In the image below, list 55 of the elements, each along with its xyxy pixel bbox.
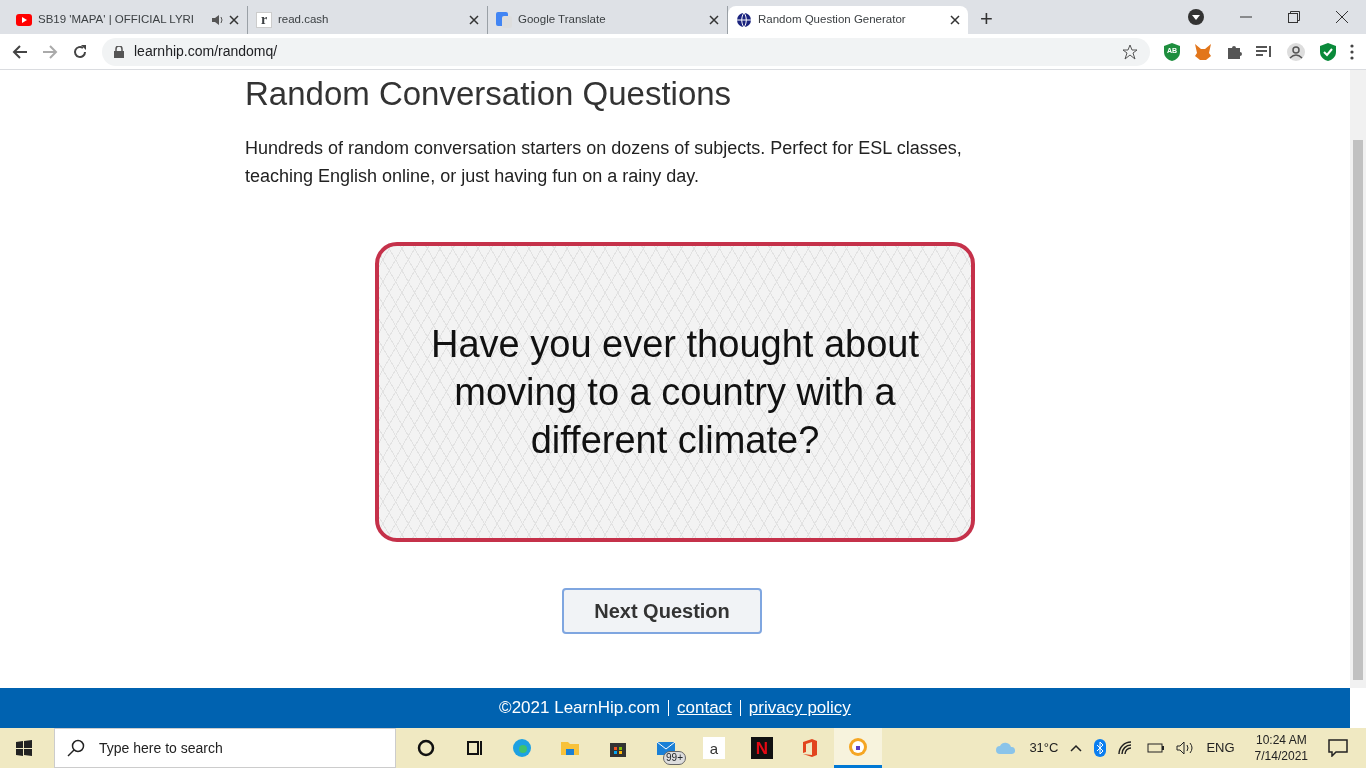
taskbar-search-field[interactable]: Type here to search	[54, 728, 396, 768]
site-icon: r	[256, 12, 272, 28]
weather-text[interactable]: 31°C	[1029, 738, 1059, 758]
address-bar[interactable]: learnhip.com/randomq/	[102, 37, 1150, 66]
cloud-icon	[995, 740, 1018, 756]
circle-icon	[416, 738, 436, 758]
star-icon[interactable]	[1122, 43, 1138, 60]
question-card: Have you ever thought about moving to a country with a different climate?	[375, 241, 975, 542]
next-question-button[interactable]: Next Question	[562, 587, 762, 634]
task-view-icon	[464, 738, 484, 758]
translate-icon	[496, 12, 512, 28]
volume-icon[interactable]	[1176, 741, 1195, 755]
taskbar-app[interactable]: N	[738, 728, 786, 768]
battery-icon[interactable]	[1146, 742, 1165, 754]
close-icon[interactable]	[950, 15, 960, 25]
dropdown-icon[interactable]	[1188, 9, 1204, 25]
count-badge: 99+	[663, 751, 686, 765]
footer-link[interactable]: contact	[677, 695, 732, 721]
close-icon[interactable]	[709, 15, 719, 25]
time-text: 10:24 AM	[1255, 732, 1307, 748]
playlist-icon[interactable]	[1256, 44, 1272, 59]
date-text: 7/14/2021	[1254, 748, 1308, 764]
new-tab-button[interactable]: +	[968, 6, 1005, 34]
taskbar-app[interactable]: a	[690, 728, 738, 768]
chevron-up-icon[interactable]	[1070, 744, 1083, 752]
office-icon	[800, 738, 820, 758]
close-icon[interactable]	[229, 15, 239, 25]
video-icon	[16, 14, 32, 26]
letter-a-icon: a	[703, 737, 725, 759]
taskbar-app[interactable]: 99+	[642, 728, 690, 768]
reload-icon[interactable]	[72, 43, 88, 60]
profile-icon[interactable]	[1286, 41, 1306, 62]
back-icon[interactable]	[12, 43, 28, 60]
intro-text: Hundreds of random conversation starters on dozens of subjects. Perfect for ESL classes, teaching English online, or just having fun on a rainy day.	[245, 136, 963, 188]
search-icon	[67, 739, 85, 757]
page-heading: Random Conversation Questions	[245, 74, 733, 114]
bluetooth-icon[interactable]	[1094, 739, 1107, 757]
clock[interactable]: 10:24 AM 7/14/2021	[1254, 732, 1308, 764]
close-icon[interactable]	[469, 15, 479, 25]
fox-icon[interactable]	[1194, 43, 1212, 60]
browser-tab[interactable]: Random Question Generator	[728, 6, 968, 34]
shield-check-icon[interactable]	[1320, 42, 1336, 61]
close-icon[interactable]	[1336, 11, 1348, 23]
language-indicator[interactable]: ENG	[1206, 738, 1235, 758]
copyright-text: ©2021 LearnHip.com	[499, 697, 660, 720]
puzzle-icon[interactable]	[1226, 43, 1242, 60]
menu-icon[interactable]	[1350, 43, 1354, 60]
notification-icon[interactable]	[1328, 739, 1348, 757]
scrollbar[interactable]	[1350, 70, 1366, 688]
footer-link[interactable]: privacy policy	[748, 695, 851, 721]
browser-icon	[512, 738, 532, 758]
windows-icon	[16, 740, 32, 756]
restore-icon[interactable]	[1288, 11, 1300, 23]
letter-n-icon: N	[751, 737, 773, 759]
globe-icon	[736, 12, 752, 28]
